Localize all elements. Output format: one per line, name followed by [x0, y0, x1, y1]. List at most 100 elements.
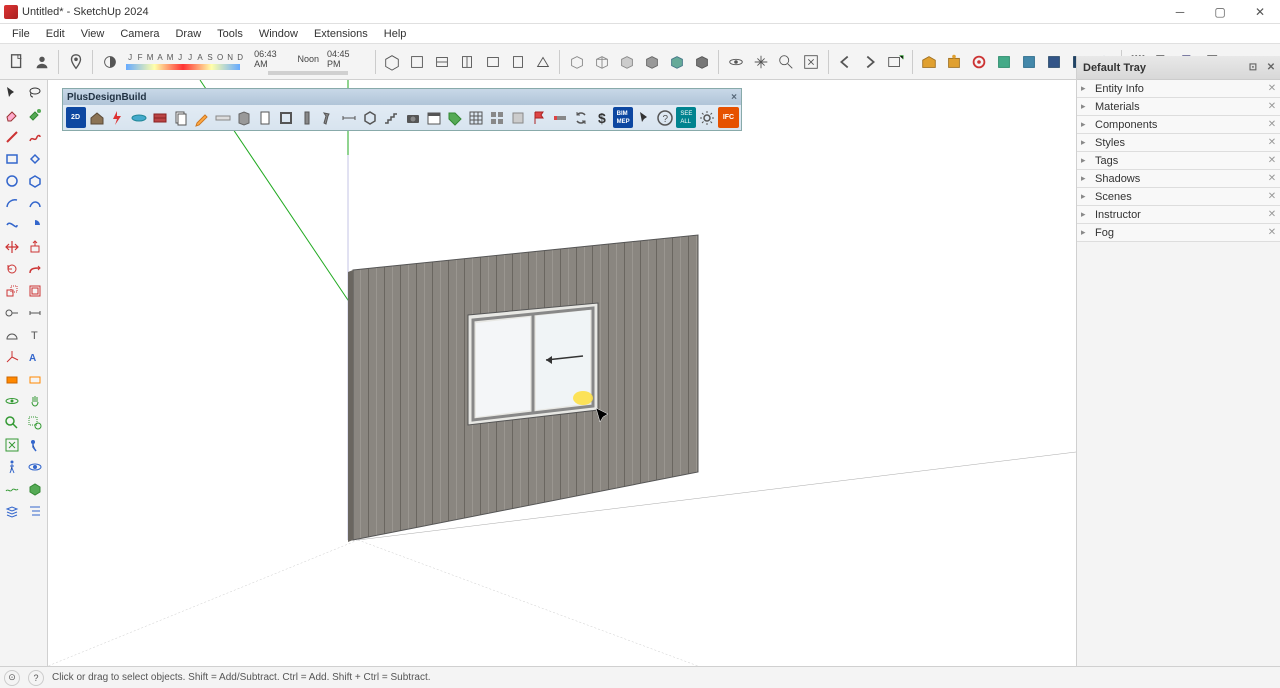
section-icon[interactable]: [0, 368, 24, 390]
pdb-layers2-icon[interactable]: [466, 107, 486, 128]
tray-close-icon[interactable]: ✕: [1262, 59, 1280, 77]
pie-icon[interactable]: [24, 214, 48, 236]
panel-close-icon[interactable]: ✕: [1264, 137, 1280, 148]
tray-panel-shadows[interactable]: ▸Shadows✕: [1077, 170, 1280, 188]
extension-mgr-icon[interactable]: [969, 51, 990, 73]
position-cam-icon[interactable]: [24, 434, 48, 456]
pdb-room-icon[interactable]: [276, 107, 296, 128]
pdb-ifc-icon[interactable]: IFC: [718, 107, 738, 128]
zoom-extents-icon[interactable]: [800, 51, 821, 73]
pdb-brick-icon[interactable]: [150, 107, 170, 128]
tray-panel-instructor[interactable]: ▸Instructor✕: [1077, 206, 1280, 224]
pdb-house-icon[interactable]: [87, 107, 107, 128]
back-view-icon[interactable]: [482, 51, 503, 73]
layers-icon[interactable]: [0, 500, 24, 522]
pdb-tag-icon[interactable]: [445, 107, 465, 128]
pdb-sync-icon[interactable]: [571, 107, 591, 128]
pdb-strip-icon[interactable]: [550, 107, 570, 128]
next-scene-icon[interactable]: [860, 51, 881, 73]
offset-icon[interactable]: [24, 280, 48, 302]
status-geo-icon[interactable]: ⊙: [4, 670, 20, 686]
line-icon[interactable]: [0, 126, 24, 148]
mono-style-icon[interactable]: [691, 51, 712, 73]
orbit2-icon[interactable]: [0, 390, 24, 412]
solidtools-icon[interactable]: [24, 478, 48, 500]
sandbox-icon[interactable]: [0, 478, 24, 500]
menu-draw[interactable]: Draw: [167, 26, 209, 42]
section-disp-icon[interactable]: [24, 368, 48, 390]
zoom-ext-icon[interactable]: [0, 434, 24, 456]
followme-icon[interactable]: [24, 258, 48, 280]
plugin2-icon[interactable]: [1019, 51, 1040, 73]
xray-style-icon[interactable]: [566, 51, 587, 73]
plugin1-icon[interactable]: [994, 51, 1015, 73]
panel-close-icon[interactable]: ✕: [1264, 119, 1280, 130]
polygon-icon[interactable]: [24, 170, 48, 192]
pdb-column-icon[interactable]: [297, 107, 317, 128]
panel-close-icon[interactable]: ✕: [1264, 101, 1280, 112]
hidden-style-icon[interactable]: [616, 51, 637, 73]
pdb-camera-icon[interactable]: [403, 107, 423, 128]
pdb-wall-icon[interactable]: [234, 107, 254, 128]
pdb-flag-icon[interactable]: [529, 107, 549, 128]
plusdesignbuild-toolbar[interactable]: PlusDesignBuild × 2D $ BIMMEP ? SEEALL: [62, 88, 742, 131]
zoom-icon[interactable]: [775, 51, 796, 73]
shaded-style-icon[interactable]: [641, 51, 662, 73]
pdb-grid-icon[interactable]: [487, 107, 507, 128]
tray-panel-components[interactable]: ▸Components✕: [1077, 116, 1280, 134]
rect-icon[interactable]: [0, 148, 24, 170]
panel-close-icon[interactable]: ✕: [1264, 209, 1280, 220]
text-icon[interactable]: T: [24, 324, 48, 346]
pdb-cursor-icon[interactable]: [634, 107, 654, 128]
3dtext-icon[interactable]: A: [24, 346, 48, 368]
menu-extensions[interactable]: Extensions: [306, 26, 376, 42]
axes-icon[interactable]: [0, 346, 24, 368]
pdb-page-icon[interactable]: [255, 107, 275, 128]
pdb-dim-icon[interactable]: [339, 107, 359, 128]
left-view-icon[interactable]: [507, 51, 528, 73]
pdb-pipe-icon[interactable]: [129, 107, 149, 128]
plugin3-icon[interactable]: [1044, 51, 1065, 73]
pdb-pencil-icon[interactable]: [192, 107, 212, 128]
paint-icon[interactable]: [24, 104, 48, 126]
pdb-docs-icon[interactable]: [171, 107, 191, 128]
pdb-seeall-icon[interactable]: SEEALL: [676, 107, 696, 128]
tape-icon[interactable]: [0, 302, 24, 324]
pdb-hex-icon[interactable]: [360, 107, 380, 128]
extension-wh-icon[interactable]: [944, 51, 965, 73]
pan-icon[interactable]: [750, 51, 771, 73]
front-view-icon[interactable]: [432, 51, 453, 73]
minimize-button[interactable]: ─: [1160, 0, 1200, 24]
menu-view[interactable]: View: [73, 26, 113, 42]
right-view-icon[interactable]: [457, 51, 478, 73]
menu-help[interactable]: Help: [376, 26, 415, 42]
zoom2-icon[interactable]: [0, 412, 24, 434]
move-icon[interactable]: [0, 236, 24, 258]
new-file-icon[interactable]: [6, 51, 27, 73]
persp-view-icon[interactable]: [532, 51, 553, 73]
pdb-ruler-icon[interactable]: [213, 107, 233, 128]
zoom-window-icon[interactable]: [24, 412, 48, 434]
2pt-arc-icon[interactable]: [24, 192, 48, 214]
float-toolbar-close[interactable]: ×: [727, 92, 741, 103]
pdb-gear-icon[interactable]: [697, 107, 717, 128]
menu-camera[interactable]: Camera: [112, 26, 167, 42]
outliner-icon[interactable]: [24, 500, 48, 522]
tray-panel-styles[interactable]: ▸Styles✕: [1077, 134, 1280, 152]
pdb-bim-icon[interactable]: BIMMEP: [613, 107, 633, 128]
lasso-icon[interactable]: [24, 82, 48, 104]
top-view-icon[interactable]: [407, 51, 428, 73]
panel-close-icon[interactable]: ✕: [1264, 155, 1280, 166]
shadow-month-slider[interactable]: [126, 64, 240, 70]
tray-panel-entity-info[interactable]: ▸Entity Info✕: [1077, 80, 1280, 98]
panel-close-icon[interactable]: ✕: [1264, 227, 1280, 238]
3dwarehouse-icon[interactable]: [919, 51, 940, 73]
walk-icon[interactable]: [0, 456, 24, 478]
pdb-bolt-icon[interactable]: [108, 107, 128, 128]
rotrect-icon[interactable]: [24, 148, 48, 170]
prev-scene-icon[interactable]: [834, 51, 855, 73]
scene-add-icon[interactable]: [885, 51, 906, 73]
arc-icon[interactable]: [0, 192, 24, 214]
iso-view-icon[interactable]: [382, 51, 403, 73]
tray-pin-icon[interactable]: ⊡: [1244, 59, 1262, 77]
